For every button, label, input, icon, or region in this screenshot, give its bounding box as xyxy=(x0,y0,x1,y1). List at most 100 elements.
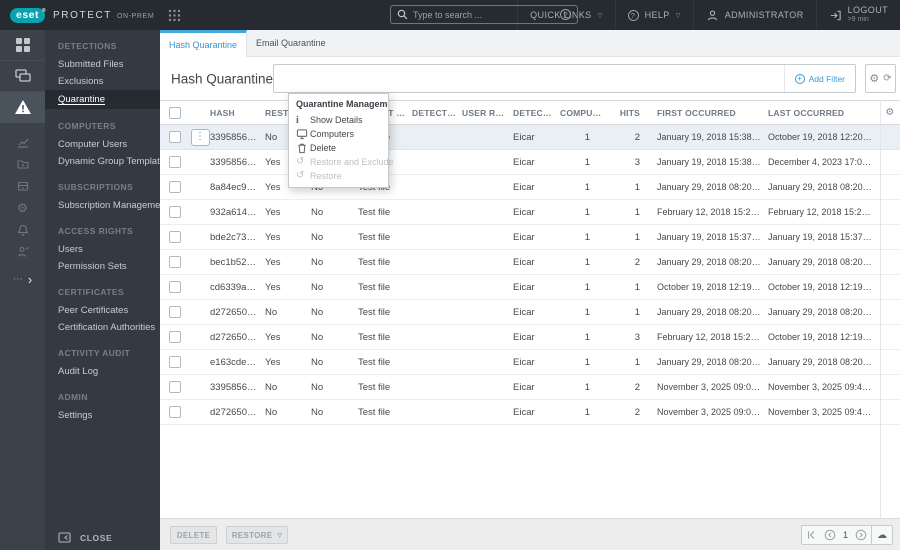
apps-grid-icon[interactable] xyxy=(168,9,181,22)
first-page-button[interactable] xyxy=(802,530,820,540)
column-header-hash[interactable]: HASH xyxy=(210,108,265,118)
nav-more-expand[interactable]: ⋯ › xyxy=(0,273,45,286)
column-header-last_occurred[interactable]: LAST OCCURRED xyxy=(768,108,880,118)
sidebar-item-certification-authorities[interactable]: Certification Authorities xyxy=(45,319,160,336)
sidebar-item-label: Audit Log xyxy=(58,366,99,377)
add-filter-label: Add Filter xyxy=(808,73,845,84)
row-checkbox[interactable] xyxy=(169,406,181,418)
cell-hits: 2 xyxy=(634,406,640,418)
nav-notifications[interactable] xyxy=(0,219,45,241)
logout-timer: >9 min xyxy=(847,16,869,24)
column-settings-gear-icon[interactable]: ⚙ xyxy=(885,107,894,118)
column-header-user_reason[interactable]: USER REASON xyxy=(462,108,513,118)
row-checkbox[interactable] xyxy=(169,231,181,243)
nav-reports[interactable] xyxy=(0,131,45,153)
menu-item-show-details[interactable]: i Show Details xyxy=(289,113,388,127)
logout-button[interactable]: LOGOUT >9 min xyxy=(815,0,900,30)
plus-icon: + xyxy=(794,73,805,84)
row-checkbox[interactable] xyxy=(169,256,181,268)
sidebar-item-settings[interactable]: Settings xyxy=(45,407,160,424)
row-context-menu-button[interactable]: ⋮ xyxy=(190,128,210,146)
nav-policies[interactable]: ⚙ xyxy=(0,197,45,219)
row-checkbox[interactable] xyxy=(169,331,181,343)
close-label: CLOSE xyxy=(80,532,113,543)
cloud-icon[interactable]: ☁ xyxy=(871,526,892,544)
menu-item-computers[interactable]: Computers xyxy=(289,127,388,141)
row-checkbox[interactable] xyxy=(169,181,181,193)
table-row[interactable]: bec1b52d... Yes No Test file Eicar 1 2 January … xyxy=(160,250,900,275)
table-row[interactable]: ⋮3395856c...NoNoTest fileEicar12January … xyxy=(160,125,900,150)
menu-item-delete[interactable]: Delete xyxy=(289,141,388,155)
cell-last_occurred: February 12, 2018 15:28:07 xyxy=(768,207,880,217)
column-divider xyxy=(880,100,881,518)
header-checkbox[interactable] xyxy=(169,106,181,119)
prev-page-button[interactable] xyxy=(820,529,840,541)
cell-detection_name: Eicar xyxy=(513,156,535,168)
row-checkbox[interactable] xyxy=(169,306,181,318)
computers-icon xyxy=(14,69,31,82)
row-checkbox[interactable] xyxy=(169,156,181,168)
cell-hash: 8a84ec94... xyxy=(210,181,260,193)
sidebar-item-exclusions[interactable]: Exclusions xyxy=(45,73,160,90)
row-checkbox[interactable] xyxy=(169,206,181,218)
help-menu[interactable]: ? HELP ▽ xyxy=(614,0,693,30)
column-header-first_occurred[interactable]: FIRST OCCURRED xyxy=(647,108,768,118)
sidebar-item-submitted-files[interactable]: Submitted Files xyxy=(45,56,160,73)
table-row[interactable]: 3395856c... No No Test file Eicar 1 2 November … xyxy=(160,375,900,400)
row-checkbox[interactable] xyxy=(169,356,181,368)
table-row[interactable]: 8a84ec94...YesNoTest fileEicar11January … xyxy=(160,175,900,200)
sidebar-section-title: ACCESS RIGHTS xyxy=(58,226,134,236)
next-page-button[interactable] xyxy=(851,529,871,541)
nav-detections[interactable] xyxy=(0,92,45,123)
cell-computers_count: 1 xyxy=(584,156,590,168)
row-checkbox-cell xyxy=(160,181,190,193)
table-row[interactable]: d2726507... No No Test file Eicar 1 2 November … xyxy=(160,400,900,425)
row-checkbox[interactable] xyxy=(169,281,181,293)
table-row[interactable]: e163cde8... Yes No Test file Eicar 1 1 January … xyxy=(160,350,900,375)
sidebar-item-peer-certificates[interactable]: Peer Certificates xyxy=(45,302,160,319)
sidebar-item-permission-sets[interactable]: Permission Sets xyxy=(45,258,160,275)
presets-gear-icon[interactable]: ⚙ xyxy=(869,72,879,85)
table-row[interactable]: bde2c736... Yes No Test file Eicar 1 1 January … xyxy=(160,225,900,250)
column-header-computers_count[interactable]: COMPUTERS COUNT xyxy=(560,108,610,118)
tab-email-quarantine[interactable]: Email Quarantine xyxy=(247,30,335,56)
sidebar-section-title: ADMIN xyxy=(58,392,88,402)
refresh-icon[interactable]: ⟳ xyxy=(883,73,891,84)
search-input[interactable] xyxy=(413,9,555,20)
global-search[interactable]: ? xyxy=(390,5,578,24)
nav-installers[interactable] xyxy=(0,175,45,197)
cell-first_occurred: February 12, 2018 15:28:07 xyxy=(657,207,768,217)
filter-input[interactable]: + Add Filter xyxy=(273,64,856,93)
cell-detection_name: Eicar xyxy=(513,381,535,393)
column-header-detection_name[interactable]: DETECTION NAME xyxy=(513,108,560,118)
nav-computers[interactable] xyxy=(0,61,45,92)
table-row[interactable]: 3395856c...YesNoTest fileEicar13January … xyxy=(160,150,900,175)
column-header-detection_category[interactable]: DETECTION CATEGORY xyxy=(412,108,462,118)
sidebar-item-users[interactable]: Users xyxy=(45,241,160,258)
nav-dashboard[interactable] xyxy=(0,30,45,61)
row-checkbox-cell xyxy=(160,281,190,293)
column-header-hits[interactable]: HITS xyxy=(610,108,647,118)
sidebar-section-title: CERTIFICATES xyxy=(58,287,125,297)
search-help-icon[interactable]: ? xyxy=(560,9,571,20)
user-menu[interactable]: ADMINISTRATOR xyxy=(692,0,816,30)
nav-tasks[interactable] xyxy=(0,153,45,175)
cell-detection_name: Eicar xyxy=(513,281,535,293)
cell-computers_count: 1 xyxy=(584,181,590,193)
table-row[interactable]: 932a614f6... Yes No Test file Eicar 1 1 Februar… xyxy=(160,200,900,225)
nav-status-overview[interactable] xyxy=(0,241,45,263)
sidebar-item-audit-log[interactable]: Audit Log xyxy=(45,363,160,380)
sidebar-item-dynamic-group-templates[interactable]: Dynamic Group Templates xyxy=(45,153,160,170)
tab-hash-quarantine[interactable]: Hash Quarantine xyxy=(160,30,248,57)
row-checkbox[interactable] xyxy=(169,381,181,393)
sidebar-item-quarantine[interactable]: Quarantine xyxy=(45,90,160,109)
table-row[interactable]: cd6339a4... Yes No Test file Eicar 1 1 October … xyxy=(160,275,900,300)
table-row[interactable]: d2726507... Yes No Test file Eicar 1 3 February… xyxy=(160,325,900,350)
row-checkbox[interactable] xyxy=(169,131,181,143)
table-row[interactable]: d2726507... No No Test file Eicar 1 1 January 2… xyxy=(160,300,900,325)
more-icon: ⋯ xyxy=(12,274,23,285)
add-filter-button[interactable]: + Add Filter xyxy=(783,65,855,92)
sidebar-item-computer-users[interactable]: Computer Users xyxy=(45,136,160,153)
sidebar-item-subscription-management[interactable]: Subscription Management xyxy=(45,197,160,214)
sidebar-close-button[interactable]: CLOSE xyxy=(58,532,112,543)
